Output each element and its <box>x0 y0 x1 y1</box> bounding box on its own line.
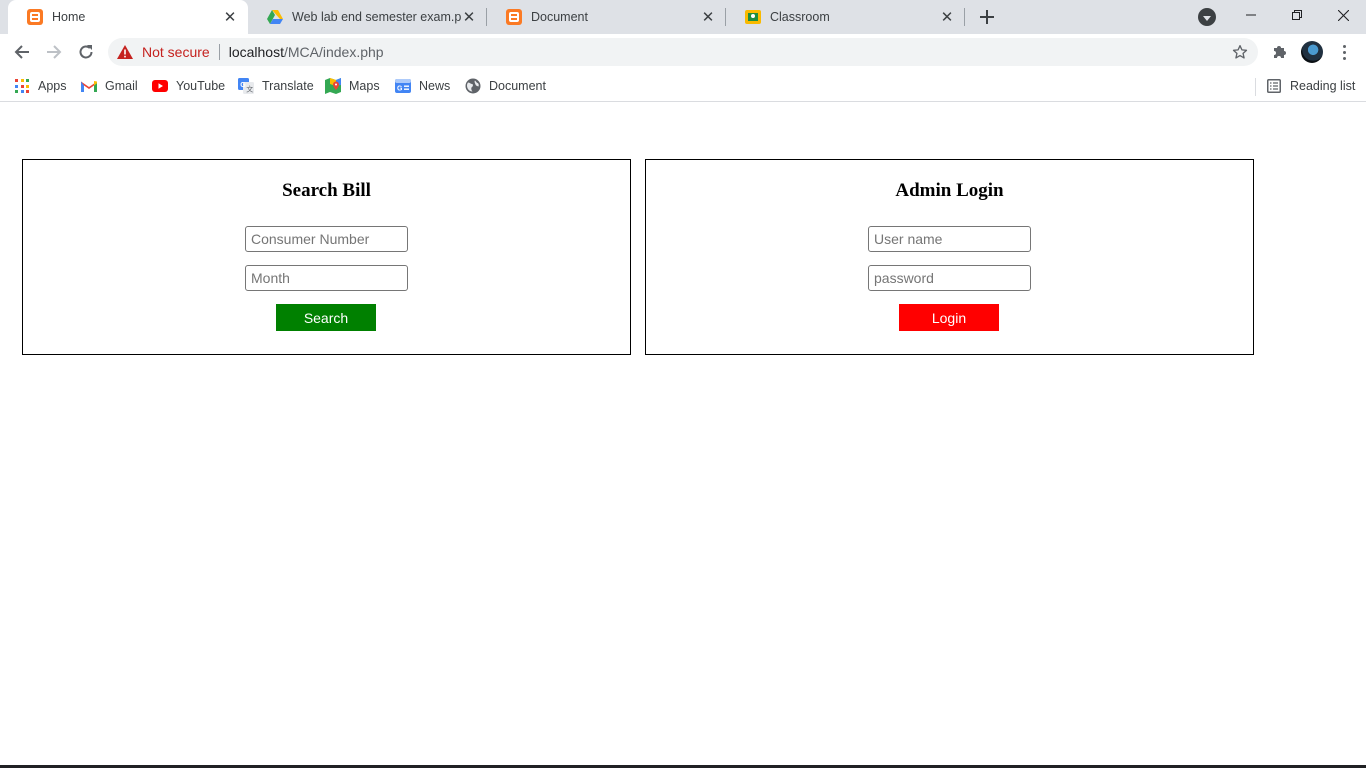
bookmark-label: Translate <box>262 79 314 93</box>
omnibox-divider <box>218 44 220 60</box>
bookmark-label: Maps <box>349 79 380 93</box>
arrow-right-icon <box>47 45 62 59</box>
search-button[interactable]: Search <box>276 304 376 331</box>
browser-toolbar: Not secure localhost/MCA/index.php <box>0 34 1366 70</box>
bookmark-label: News <box>419 79 451 93</box>
restore-button[interactable] <box>1274 0 1320 30</box>
translate-icon: G文 <box>238 78 254 94</box>
restore-icon <box>1292 10 1302 20</box>
reading-list-button[interactable]: Reading list <box>1266 76 1355 96</box>
search-bill-panel: Search Bill Search <box>22 159 631 355</box>
menu-dot <box>1342 50 1346 54</box>
bookmark-youtube[interactable]: YouTube <box>152 76 225 96</box>
reading-list-label: Reading list <box>1290 79 1356 93</box>
url-text[interactable]: localhost/MCA/index.php <box>229 44 384 60</box>
bookmark-apps[interactable]: Apps <box>14 76 67 96</box>
tab-search-button[interactable] <box>1198 8 1216 26</box>
tab-title: Home <box>52 10 86 24</box>
star-icon <box>1232 45 1248 59</box>
warning-icon <box>117 44 133 60</box>
tab-divider <box>964 8 965 26</box>
browser-tab-strip: Home ✕ Web lab end semester exam.pdf ✕ D… <box>0 0 1366 34</box>
admin-login-panel: Admin Login Login <box>645 159 1254 355</box>
reload-icon <box>79 45 93 59</box>
menu-dot <box>1342 44 1346 48</box>
apps-grid-icon <box>14 78 30 94</box>
consumer-number-input[interactable] <box>245 226 408 252</box>
tab-classroom[interactable]: Classroom ✕ <box>726 0 965 34</box>
reload-button[interactable] <box>72 38 100 66</box>
bookmark-document[interactable]: Document <box>465 76 546 96</box>
month-input[interactable] <box>245 265 408 291</box>
back-button[interactable] <box>8 38 36 66</box>
bookmark-gmail[interactable]: Gmail <box>81 76 138 96</box>
bookmark-label: Gmail <box>105 79 138 93</box>
security-indicator[interactable]: Not secure <box>117 44 210 60</box>
close-icon[interactable]: ✕ <box>939 9 955 26</box>
search-bill-title: Search Bill <box>282 180 371 201</box>
bookmarks-bar: Apps Gmail YouTube G文 Translate Maps G N… <box>0 70 1366 102</box>
plus-icon <box>980 10 994 24</box>
minimize-button[interactable] <box>1228 0 1274 30</box>
minimize-icon <box>1246 14 1256 16</box>
youtube-icon <box>152 78 168 94</box>
arrow-left-icon <box>14 45 29 59</box>
svg-text:文: 文 <box>246 85 253 94</box>
tab-title: Web lab end semester exam.pdf <box>292 10 461 24</box>
xampp-icon <box>27 9 43 25</box>
classroom-icon <box>745 9 761 25</box>
maps-icon <box>325 78 341 94</box>
bookmark-label: Document <box>489 79 546 93</box>
xampp-icon <box>506 9 522 25</box>
close-icon <box>1337 9 1349 21</box>
admin-login-title: Admin Login <box>895 180 1004 201</box>
not-secure-label: Not secure <box>142 44 210 60</box>
tab-web-lab-pdf[interactable]: Web lab end semester exam.pdf ✕ <box>248 0 487 34</box>
close-icon[interactable]: ✕ <box>222 9 238 26</box>
bookmark-translate[interactable]: G文 Translate <box>238 76 314 96</box>
news-icon: G <box>395 78 411 94</box>
login-button[interactable]: Login <box>899 304 999 331</box>
password-input[interactable] <box>868 265 1031 291</box>
close-icon[interactable]: ✕ <box>461 9 477 26</box>
gmail-icon <box>81 78 97 94</box>
close-icon[interactable]: ✕ <box>700 9 716 26</box>
bookmark-star-button[interactable] <box>1230 42 1250 62</box>
address-bar[interactable]: Not secure localhost/MCA/index.php <box>108 38 1258 66</box>
bookmarks-divider <box>1255 78 1256 96</box>
bookmark-label: Apps <box>38 79 67 93</box>
svg-text:G: G <box>397 86 403 93</box>
tab-title: Document <box>531 10 588 24</box>
tab-home[interactable]: Home ✕ <box>8 0 248 34</box>
new-tab-button[interactable] <box>976 6 998 28</box>
menu-dot <box>1342 56 1346 60</box>
profile-avatar[interactable] <box>1301 41 1323 63</box>
puzzle-icon <box>1274 46 1286 58</box>
close-window-button[interactable] <box>1320 0 1366 30</box>
username-input[interactable] <box>868 226 1031 252</box>
bookmark-maps[interactable]: Maps <box>325 76 380 96</box>
browser-menu-button[interactable] <box>1334 40 1354 64</box>
url-host: localhost <box>228 44 284 60</box>
google-drive-icon <box>267 9 283 25</box>
reading-list-icon <box>1266 78 1282 94</box>
forward-button[interactable] <box>40 38 68 66</box>
bookmark-news[interactable]: G News <box>395 76 450 96</box>
globe-icon <box>465 78 481 94</box>
extensions-button[interactable] <box>1268 40 1292 64</box>
bookmark-label: YouTube <box>176 79 226 93</box>
tab-document[interactable]: Document ✕ <box>487 0 726 34</box>
url-path: /MCA/index.php <box>283 44 384 60</box>
tab-title: Classroom <box>770 10 830 24</box>
